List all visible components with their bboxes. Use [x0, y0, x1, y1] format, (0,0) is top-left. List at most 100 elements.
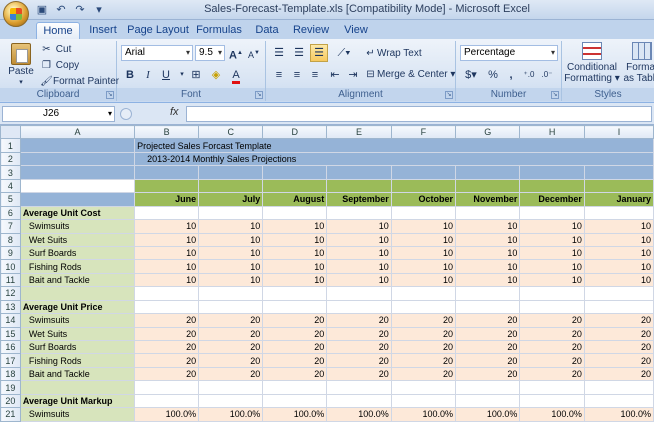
value-cell[interactable]: 20 [390, 339, 456, 355]
cell[interactable] [198, 380, 264, 395]
value-cell[interactable]: 20 [262, 353, 328, 368]
cell[interactable] [198, 205, 264, 221]
column-header[interactable]: A [19, 125, 136, 140]
formula-bar-handle-icon[interactable] [120, 108, 132, 120]
value-cell[interactable]: 10 [198, 245, 264, 261]
product-label[interactable]: Swimsuits [19, 407, 136, 422]
row-header[interactable]: 5 [0, 192, 21, 207]
cell[interactable] [583, 299, 654, 315]
cell[interactable] [198, 393, 264, 409]
column-header[interactable]: E [326, 125, 392, 140]
value-cell[interactable]: 10 [583, 232, 654, 247]
cell[interactable] [519, 205, 585, 221]
product-label[interactable]: Surf Boards [19, 339, 136, 355]
value-cell[interactable]: 20 [519, 353, 585, 368]
cell[interactable] [519, 286, 585, 301]
value-cell[interactable]: 20 [198, 339, 264, 355]
value-cell[interactable]: 10 [390, 245, 456, 261]
cell[interactable] [390, 178, 456, 194]
conditional-formatting-button[interactable]: Conditional Formatting ▾ [564, 42, 620, 84]
cell[interactable] [262, 299, 328, 315]
cell[interactable] [326, 178, 392, 194]
tab-review[interactable]: Review [290, 22, 332, 39]
product-label[interactable]: Wet Suits [19, 326, 136, 342]
value-cell[interactable]: 10 [454, 259, 521, 274]
select-all-corner[interactable] [0, 125, 21, 140]
bold-button[interactable]: B [121, 66, 139, 84]
value-cell[interactable]: 20 [262, 366, 328, 382]
value-cell[interactable]: 10 [454, 245, 521, 261]
sheet-title[interactable]: Projected Sales Forcast Template [134, 138, 654, 153]
value-cell[interactable]: 20 [390, 353, 456, 368]
month-header[interactable]: November [454, 192, 521, 207]
value-cell[interactable]: 20 [454, 313, 521, 328]
cell[interactable] [454, 178, 521, 194]
cell[interactable] [454, 165, 521, 180]
value-cell[interactable]: 10 [390, 232, 456, 247]
name-box[interactable]: J26 ▾ [2, 106, 115, 122]
cell[interactable] [583, 393, 654, 409]
cell[interactable] [326, 165, 392, 180]
value-cell[interactable]: 10 [326, 232, 392, 247]
value-cell[interactable]: 100.0% [134, 407, 200, 422]
cell[interactable] [19, 151, 136, 167]
cell[interactable] [19, 286, 136, 301]
cell[interactable] [583, 165, 654, 180]
cell[interactable] [583, 380, 654, 395]
tab-formulas[interactable]: Formulas [194, 22, 244, 39]
cell[interactable] [390, 299, 456, 315]
increase-decimal-icon[interactable]: ⁺.0 [520, 66, 538, 84]
value-cell[interactable]: 10 [519, 259, 585, 274]
value-cell[interactable]: 10 [198, 259, 264, 274]
value-cell[interactable]: 20 [198, 353, 264, 368]
value-cell[interactable]: 10 [326, 245, 392, 261]
cell[interactable] [262, 205, 328, 221]
format-as-table-button[interactable]: Format as Table [622, 42, 654, 84]
alignment-launcher-icon[interactable]: ↘ [445, 91, 453, 99]
row-header[interactable]: 11 [0, 272, 21, 288]
number-launcher-icon[interactable]: ↘ [551, 91, 559, 99]
value-cell[interactable]: 20 [454, 366, 521, 382]
value-cell[interactable]: 20 [198, 366, 264, 382]
cell[interactable] [583, 205, 654, 221]
value-cell[interactable]: 20 [454, 326, 521, 342]
cell[interactable] [326, 380, 392, 395]
value-cell[interactable]: 20 [519, 339, 585, 355]
row-header[interactable]: 20 [0, 393, 21, 409]
cell[interactable] [583, 178, 654, 194]
value-cell[interactable]: 10 [519, 232, 585, 247]
value-cell[interactable]: 10 [262, 232, 328, 247]
cell[interactable] [19, 165, 136, 180]
merge-center-button[interactable]: ⊟ Merge & Center ▾ [364, 68, 455, 82]
cell[interactable] [134, 165, 200, 180]
month-header[interactable]: December [519, 192, 585, 207]
grow-font-button[interactable]: A▲ [227, 44, 245, 62]
product-label[interactable]: Wet Suits [19, 232, 136, 247]
value-cell[interactable]: 10 [326, 259, 392, 274]
currency-button[interactable]: $▾ [460, 66, 482, 84]
value-cell[interactable]: 10 [519, 245, 585, 261]
value-cell[interactable]: 100.0% [583, 407, 654, 422]
column-header[interactable]: B [134, 125, 200, 140]
section-header[interactable]: Average Unit Markup [19, 393, 136, 409]
value-cell[interactable]: 100.0% [326, 407, 392, 422]
value-cell[interactable]: 10 [583, 272, 654, 288]
row-header[interactable]: 13 [0, 299, 21, 315]
cell[interactable] [262, 165, 328, 180]
section-header[interactable]: Average Unit Price [19, 299, 136, 315]
cell[interactable] [519, 299, 585, 315]
value-cell[interactable]: 20 [262, 339, 328, 355]
value-cell[interactable]: 20 [519, 366, 585, 382]
value-cell[interactable]: 20 [390, 366, 456, 382]
cut-button[interactable]: ✂ Cut [40, 43, 71, 57]
value-cell[interactable]: 10 [262, 272, 328, 288]
align-center-icon[interactable]: ≡ [288, 66, 306, 84]
value-cell[interactable]: 10 [134, 259, 200, 274]
cell[interactable] [198, 178, 264, 194]
value-cell[interactable]: 10 [454, 219, 521, 234]
cell[interactable] [134, 286, 200, 301]
font-size-combo[interactable]: 9.5 ▾ [195, 45, 225, 61]
row-header[interactable]: 6 [0, 205, 21, 221]
percent-button[interactable]: % [484, 66, 502, 84]
product-label[interactable]: Bait and Tackle [19, 366, 136, 382]
